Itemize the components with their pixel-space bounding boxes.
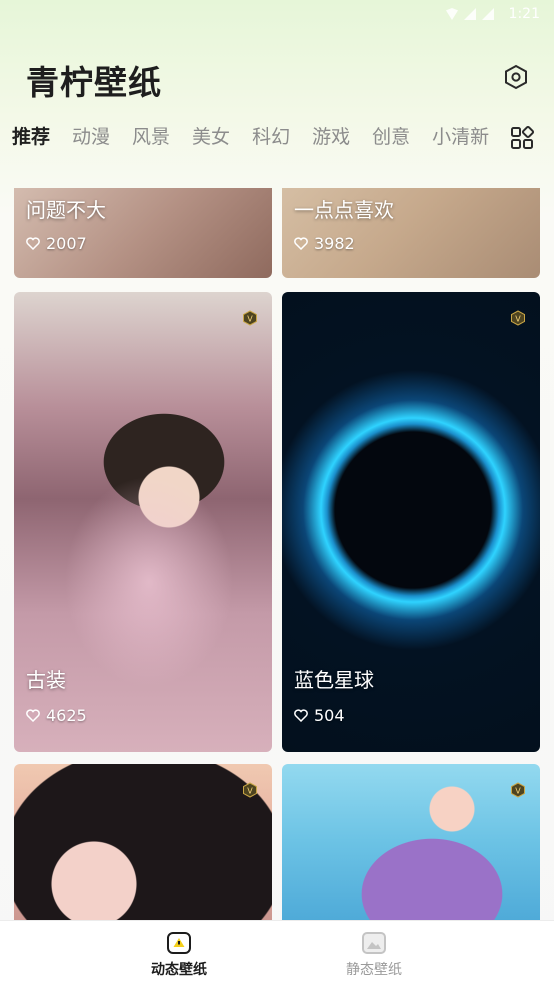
wifi-icon xyxy=(446,8,458,20)
heart-icon xyxy=(294,709,308,722)
svg-text:V: V xyxy=(247,787,253,796)
vip-badge-icon: V xyxy=(511,310,525,326)
svg-text:V: V xyxy=(515,315,521,324)
card-likes: 2007 xyxy=(26,234,87,253)
like-count: 3982 xyxy=(314,234,355,253)
heart-icon xyxy=(26,709,40,722)
wallpaper-card[interactable]: 问题不大 2007 xyxy=(14,188,272,278)
heart-icon xyxy=(294,237,308,250)
like-count: 504 xyxy=(314,706,345,725)
tab-game[interactable]: 游戏 xyxy=(312,122,350,154)
static-wallpaper-icon xyxy=(362,932,386,954)
like-count: 4625 xyxy=(46,706,87,725)
nav-label: 动态壁纸 xyxy=(151,962,207,978)
vip-badge-icon: V xyxy=(243,782,257,798)
vip-badge-icon: V xyxy=(511,782,525,798)
status-icons xyxy=(446,8,494,20)
tab-creative[interactable]: 创意 xyxy=(372,122,410,154)
status-time: 1:21 xyxy=(508,6,540,22)
card-likes: 4625 xyxy=(26,706,87,725)
card-title: 问题不大 xyxy=(26,198,106,222)
status-bar: 1:21 xyxy=(0,0,554,30)
svg-text:V: V xyxy=(247,315,253,324)
nav-static-wallpaper[interactable]: 静态壁纸 xyxy=(314,931,434,979)
app-title: 青柠壁纸 xyxy=(26,63,162,102)
like-count: 2007 xyxy=(46,234,87,253)
wallpaper-card[interactable]: V 蓝色星球 504 xyxy=(282,292,540,752)
card-title: 古装 xyxy=(26,668,66,692)
wallpaper-card[interactable]: V 古装 4625 xyxy=(14,292,272,752)
nav-dynamic-wallpaper[interactable]: 动态壁纸 xyxy=(119,931,239,979)
category-tabs: 推荐 动漫 风景 美女 科幻 游戏 创意 小清新 xyxy=(12,122,502,154)
card-likes: 504 xyxy=(294,706,345,725)
wallpaper-card[interactable]: V xyxy=(14,764,272,920)
category-grid-button[interactable] xyxy=(509,125,535,151)
battery-icon xyxy=(482,8,494,20)
heart-icon xyxy=(26,237,40,250)
wallpaper-card[interactable]: V xyxy=(282,764,540,920)
tab-recommend[interactable]: 推荐 xyxy=(12,122,50,154)
wallpaper-card[interactable]: 一点点喜欢 3982 xyxy=(282,188,540,278)
tab-anime[interactable]: 动漫 xyxy=(72,122,110,154)
vip-badge-icon: V xyxy=(243,310,257,326)
card-title: 一点点喜欢 xyxy=(294,198,394,222)
wallpaper-feed[interactable]: 问题不大 2007 一点点喜欢 3982 V 古装 4625 V 蓝色星球 50… xyxy=(0,188,554,920)
hexagon-settings-icon xyxy=(505,64,527,90)
nav-label: 静态壁纸 xyxy=(346,962,402,978)
card-likes: 3982 xyxy=(294,234,355,253)
dynamic-wallpaper-icon xyxy=(167,932,191,954)
tab-scenery[interactable]: 风景 xyxy=(132,122,170,154)
svg-text:V: V xyxy=(515,787,521,796)
tab-scifi[interactable]: 科幻 xyxy=(252,122,290,154)
settings-button[interactable] xyxy=(503,64,529,90)
bottom-nav: 动态壁纸 静态壁纸 xyxy=(0,920,554,987)
tab-fresh[interactable]: 小清新 xyxy=(432,122,489,154)
tab-beauty[interactable]: 美女 xyxy=(192,122,230,154)
card-title: 蓝色星球 xyxy=(294,668,374,692)
category-grid-icon xyxy=(511,125,535,149)
signal-icon xyxy=(464,8,476,20)
